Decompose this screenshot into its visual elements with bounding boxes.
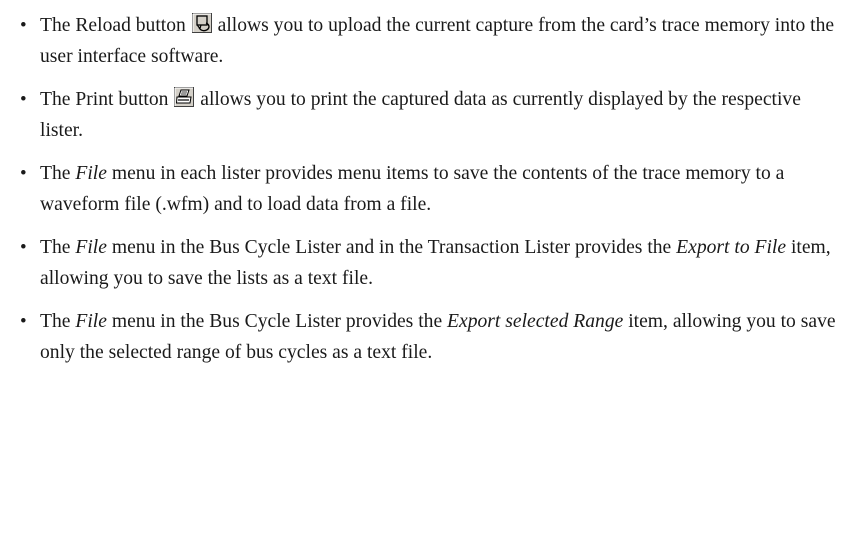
item-text: menu in the Bus Cycle Lister and in the … [106, 237, 677, 258]
file-menu-term: File [75, 237, 107, 258]
print-icon [174, 87, 195, 107]
bullet: • [20, 237, 27, 258]
bullet: • [20, 89, 27, 110]
file-menu-term: File [75, 163, 107, 184]
export-selected-range-term: Export selected Range [447, 311, 624, 332]
list-item: • The Print button allows you to print t… [20, 84, 848, 146]
item-text: The [40, 237, 76, 258]
bullet: • [20, 163, 27, 184]
export-to-file-term: Export to File [676, 237, 787, 258]
list-item: • The File menu in the Bus Cycle Lister … [20, 306, 848, 368]
list-item: • The File menu in each lister provides … [20, 158, 848, 220]
list-item: • The File menu in the Bus Cycle Lister … [20, 232, 848, 294]
item-text: The Reload button [40, 15, 191, 36]
bullet-list: • The Reload button allows you to upload… [20, 10, 848, 368]
bullet: • [20, 311, 27, 332]
item-text: The [40, 311, 76, 332]
item-text: The Print button [40, 89, 174, 110]
bullet: • [20, 15, 27, 36]
item-text: menu in the Bus Cycle Lister provides th… [106, 311, 448, 332]
item-text: The [40, 163, 76, 184]
file-menu-term: File [75, 311, 107, 332]
document-body: • The Reload button allows you to upload… [0, 0, 868, 368]
list-item: • The Reload button allows you to upload… [20, 10, 848, 72]
reload-icon [191, 13, 212, 33]
item-text: menu in each lister provides menu items … [40, 163, 785, 215]
